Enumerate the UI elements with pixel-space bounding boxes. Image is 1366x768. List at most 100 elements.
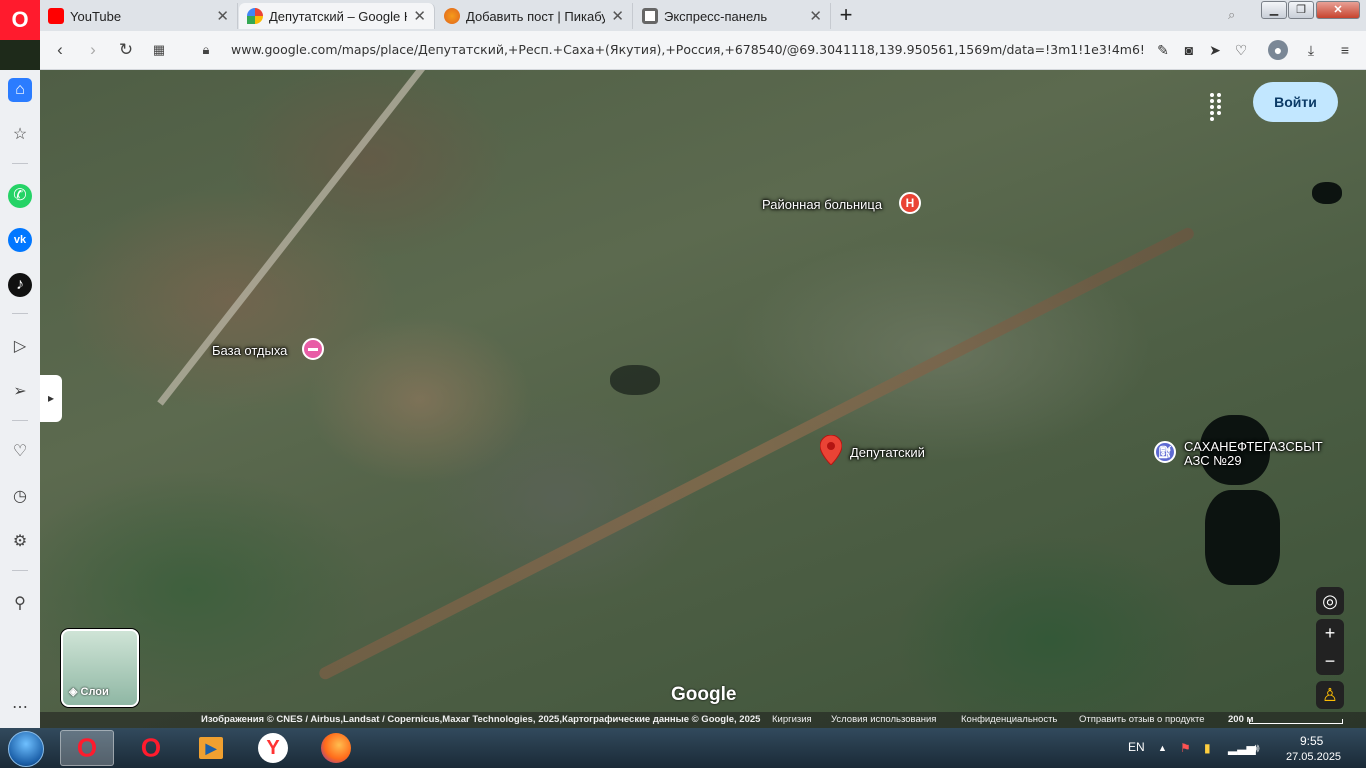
easy-setup-icon[interactable]: ≡ xyxy=(1335,40,1355,60)
gas-station-name: САХАНЕФТЕГАЗСБЫТ xyxy=(1184,439,1323,454)
media-player-icon: ▶ xyxy=(199,737,223,759)
country-link[interactable]: Киргизия xyxy=(772,714,812,725)
download-icon[interactable]: ⤓ xyxy=(1301,40,1321,60)
back-icon[interactable]: ‹ xyxy=(49,39,71,61)
place-label[interactable]: Депутатский xyxy=(850,445,925,460)
settings-gear-icon[interactable]: ⚙ xyxy=(8,530,32,554)
tiktok-icon[interactable]: ♪ xyxy=(8,273,32,297)
bed-icon[interactable]: ▬ xyxy=(302,338,324,360)
windows-start-button[interactable] xyxy=(8,731,44,767)
tab-pikabu[interactable]: Добавить пост | Пикабу ✕ xyxy=(436,3,633,29)
language-indicator[interactable]: EN xyxy=(1128,740,1145,754)
express-panel-icon xyxy=(642,8,658,24)
gas-station-label[interactable]: САХАНЕФТЕГАЗСБЫТ АЗС №29 xyxy=(1184,440,1323,468)
close-icon[interactable]: ✕ xyxy=(809,7,822,25)
layers-label: ◈ Слои xyxy=(69,686,109,698)
whatsapp-icon[interactable]: ✆ xyxy=(8,184,32,208)
opera-icon: O xyxy=(76,732,98,763)
google-logo: Google xyxy=(671,684,737,705)
bookmarks-heart-icon[interactable]: ♡ xyxy=(8,440,32,464)
url-input[interactable]: www.google.com/maps/place/Депутатский,+Р… xyxy=(231,42,1143,60)
battery-icon[interactable]: ▮ xyxy=(1204,741,1211,755)
tab-snapshot-icon[interactable]: ▦ xyxy=(148,39,170,61)
zoom-in-button[interactable]: + xyxy=(1316,619,1344,647)
pegman-icon[interactable]: ♙ xyxy=(1316,681,1344,709)
taskbar-opera-gx[interactable]: O xyxy=(124,730,178,766)
sign-in-button[interactable]: Войти xyxy=(1253,82,1338,122)
more-options-icon[interactable]: ⋯ xyxy=(8,696,32,720)
sidebar-divider xyxy=(12,420,28,421)
recreation-label[interactable]: База отдыха xyxy=(212,343,287,358)
scale-bar xyxy=(1249,719,1343,724)
gas-station-icon[interactable]: ⛽︎ xyxy=(1154,441,1176,463)
edit-icon[interactable]: ✎ xyxy=(1153,40,1173,60)
close-icon[interactable]: ✕ xyxy=(611,7,624,25)
map-river xyxy=(317,225,1196,682)
close-icon[interactable]: ✕ xyxy=(216,7,229,25)
sidebar-divider xyxy=(12,313,28,314)
show-hidden-icons[interactable]: ▲ xyxy=(1158,743,1167,753)
address-bar: ‹ › ↻ ▦ 🔒︎ www.google.com/maps/place/Деп… xyxy=(40,31,1366,70)
map-pond xyxy=(1205,490,1280,585)
minimize-button[interactable]: ▁ xyxy=(1261,1,1287,19)
tab-label: Добавить пост | Пикабу xyxy=(466,8,606,24)
forward-icon[interactable]: › xyxy=(82,39,104,61)
volume-icon[interactable]: 🔊︎ xyxy=(1252,741,1260,756)
player-icon[interactable]: ▷ xyxy=(8,335,32,359)
tab-google-maps[interactable]: Депутатский – Google Карты ✕ xyxy=(239,3,435,29)
vk-icon[interactable]: vk xyxy=(8,228,32,252)
profile-avatar[interactable]: ● xyxy=(1268,40,1288,60)
sidebar-divider xyxy=(12,570,28,571)
tab-youtube[interactable]: YouTube ✕ xyxy=(40,3,238,29)
taskbar-firefox[interactable] xyxy=(309,730,363,766)
map-footer: Изображения © CNES / Airbus,Landsat / Co… xyxy=(40,712,1366,728)
camera-icon[interactable]: ◙ xyxy=(1179,40,1199,60)
close-window-button[interactable]: ✕ xyxy=(1316,1,1360,19)
history-clock-icon[interactable]: ◷ xyxy=(8,485,32,509)
home-icon[interactable]: ⌂ xyxy=(8,78,32,102)
gas-station-number: АЗС №29 xyxy=(1184,453,1242,468)
my-location-icon[interactable]: ◎ xyxy=(1316,587,1344,615)
map-pond xyxy=(1312,182,1342,204)
expand-panel-button[interactable]: ▸ xyxy=(40,375,62,422)
hospital-icon[interactable]: H xyxy=(899,192,921,214)
maximize-button[interactable]: ❐ xyxy=(1288,1,1314,19)
send-icon[interactable]: ➢ xyxy=(8,380,32,404)
layers-button[interactable]: ◈ Слои xyxy=(61,629,139,707)
google-apps-icon[interactable] xyxy=(1208,92,1228,121)
close-icon[interactable]: ✕ xyxy=(413,7,426,25)
privacy-link[interactable]: Конфиденциальность xyxy=(961,714,1057,725)
map-quarry xyxy=(610,365,660,395)
zoom-out-button[interactable]: − xyxy=(1316,647,1344,675)
action-center-icon[interactable]: ⚑ xyxy=(1180,741,1191,755)
yandex-icon: Y xyxy=(258,733,288,763)
speed-dial-icon[interactable]: ☆ xyxy=(8,123,32,147)
send-icon[interactable]: ➤ xyxy=(1205,40,1225,60)
opera-sidebar: ⌂ ☆ ✆ vk ♪ ▷ ➢ ♡ ◷ ⚙ ⚲ ⋯ xyxy=(0,70,40,728)
terms-link[interactable]: Условия использования xyxy=(831,714,936,725)
pikabu-icon xyxy=(444,8,460,24)
lock-icon[interactable]: 🔒︎ xyxy=(195,39,217,61)
tab-label: Экспресс-панель xyxy=(664,8,768,24)
firefox-icon xyxy=(321,733,351,763)
search-tabs-icon[interactable]: ⌕ xyxy=(1228,7,1235,23)
taskbar-opera-active[interactable]: O xyxy=(60,730,114,766)
taskbar-yandex[interactable]: Y xyxy=(246,730,300,766)
satellite-map[interactable]: Районная больница H База отдыха ▬ Депута… xyxy=(40,70,1366,728)
clock-time[interactable]: 9:55 xyxy=(1300,734,1323,748)
opera-menu-icon[interactable]: O xyxy=(0,0,40,40)
taskbar-media-player[interactable]: ▶ xyxy=(184,730,238,766)
heart-icon[interactable]: ♡ xyxy=(1231,40,1251,60)
google-maps-icon xyxy=(247,8,263,24)
clock-date[interactable]: 27.05.2025 xyxy=(1286,751,1341,763)
browser-titlebar: O YouTube ✕ Депутатский – Google Карты ✕… xyxy=(0,0,1366,40)
feedback-link[interactable]: Отправить отзыв о продукте xyxy=(1079,714,1205,725)
location-pin-icon[interactable] xyxy=(820,435,842,465)
reload-icon[interactable]: ↻ xyxy=(115,39,137,61)
layers-text: Слои xyxy=(80,686,109,698)
tips-bulb-icon[interactable]: ⚲ xyxy=(8,592,32,616)
tab-express-panel[interactable]: Экспресс-панель ✕ xyxy=(634,3,831,29)
hospital-label[interactable]: Районная больница xyxy=(762,197,882,212)
new-tab-button[interactable]: + xyxy=(834,2,858,28)
tab-label: YouTube xyxy=(70,8,122,24)
